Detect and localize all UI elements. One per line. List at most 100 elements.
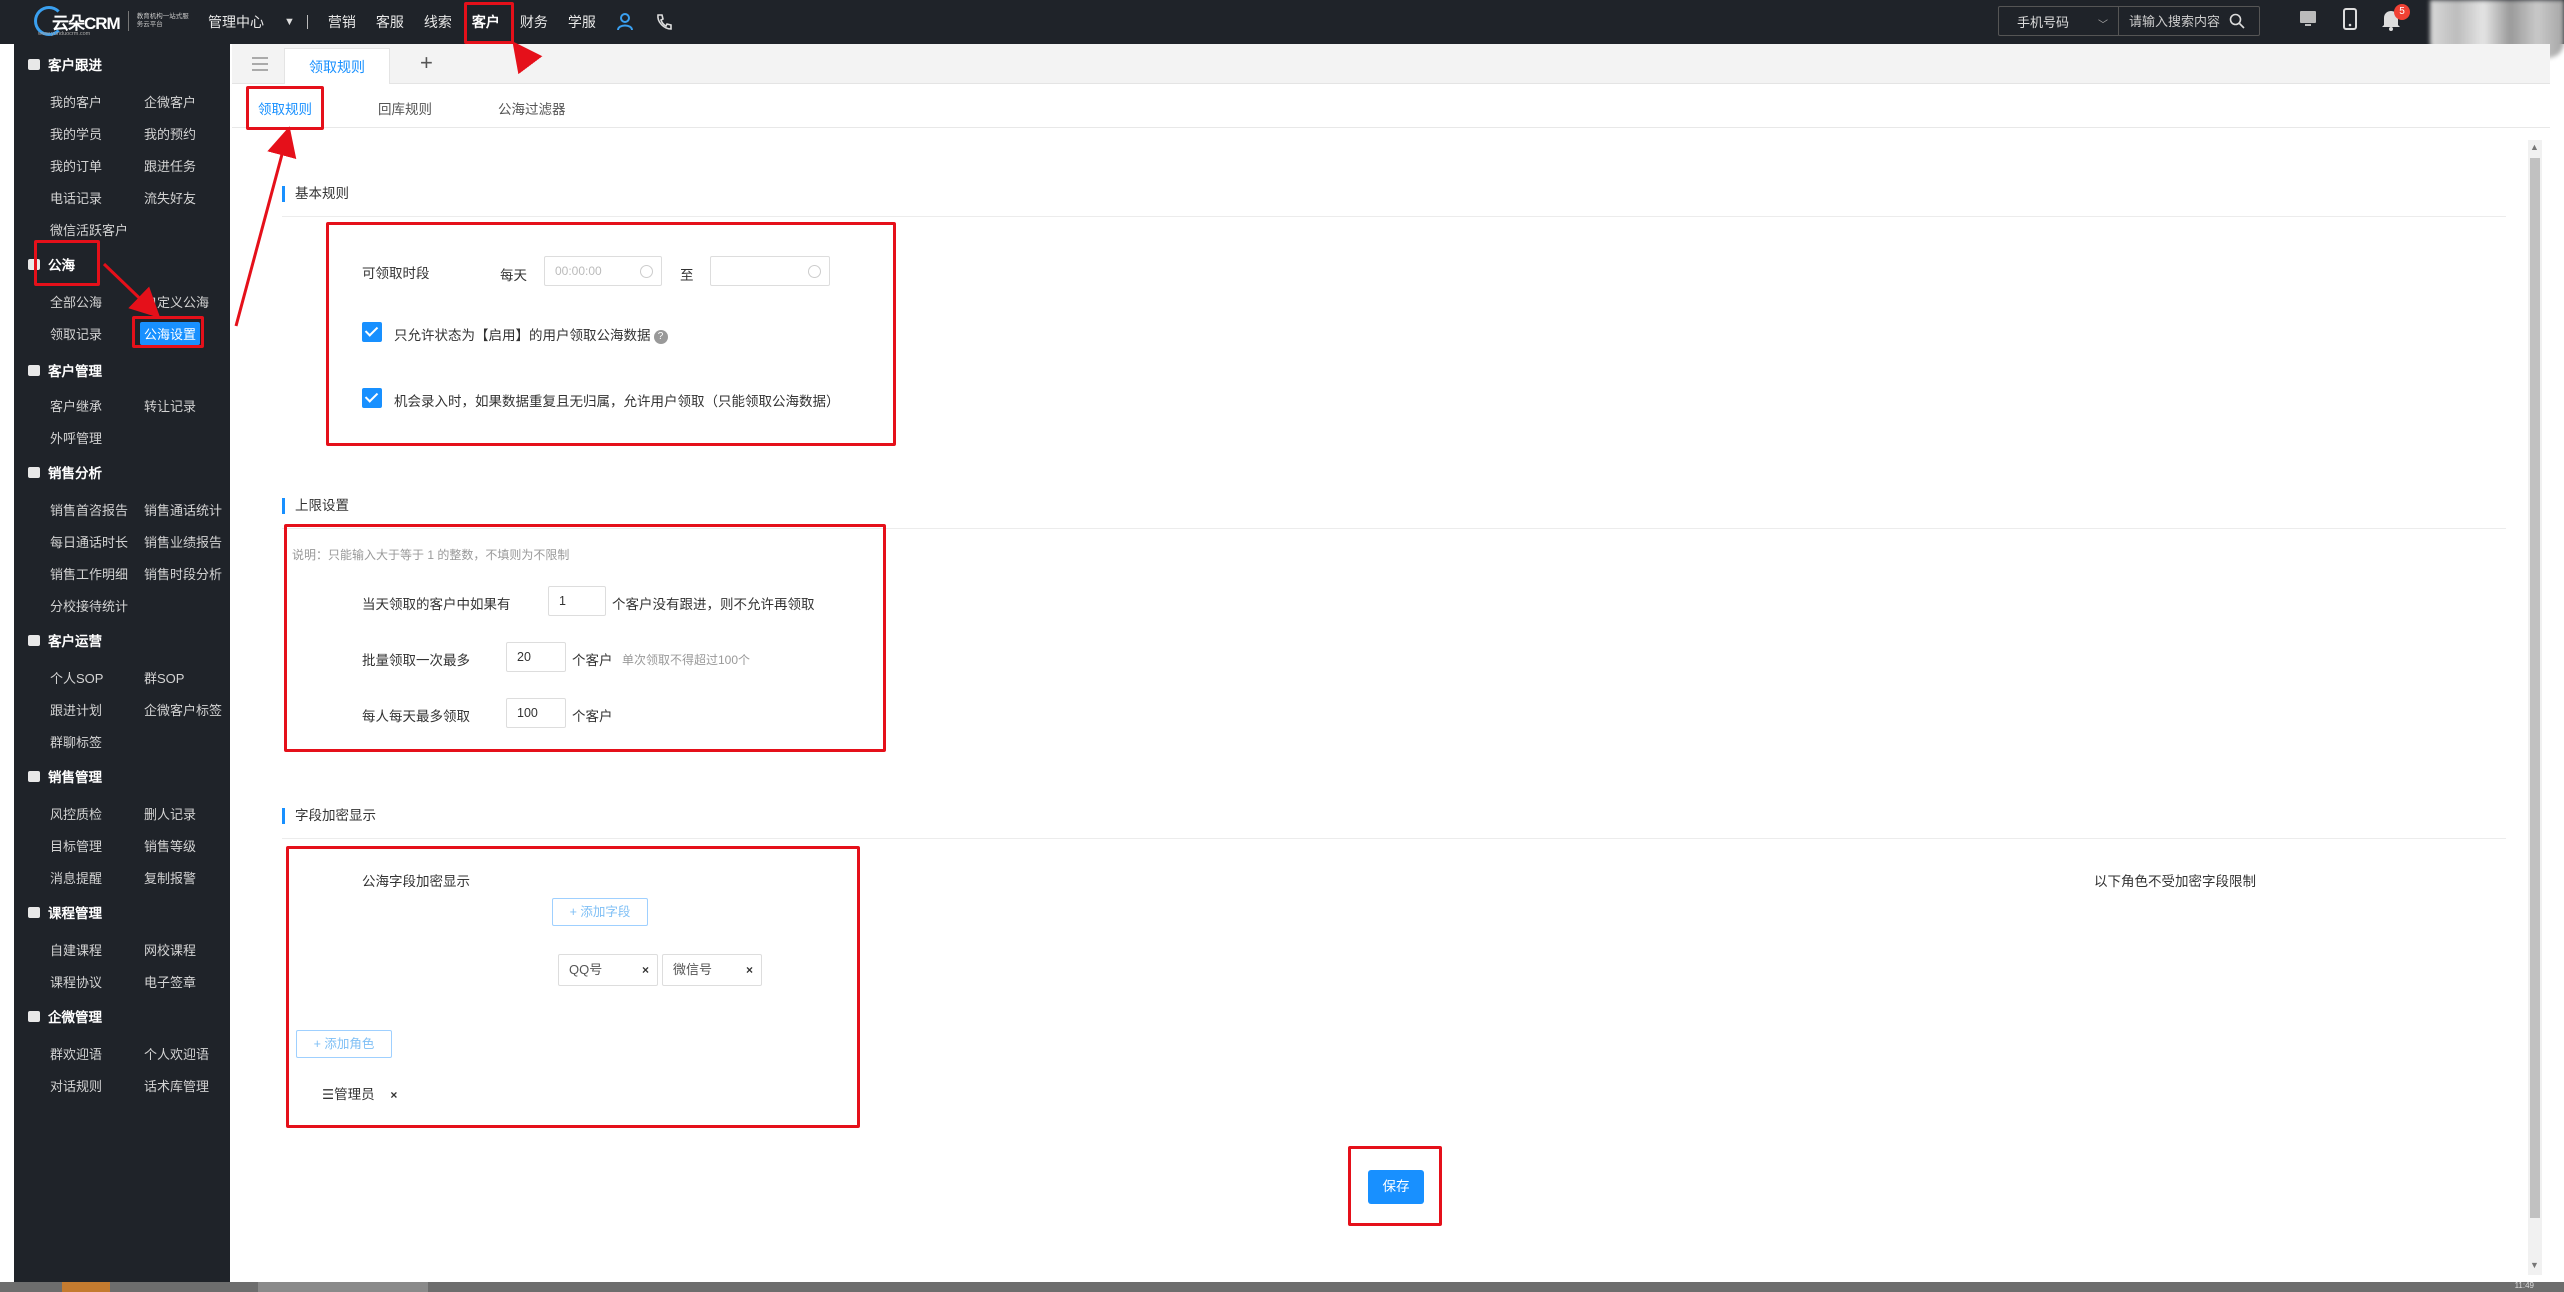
annotation-box-basic-rules [326,222,896,446]
sidebar-item-performance[interactable]: 销售业绩报告 [144,532,222,551]
sidebar-group-operations[interactable]: 客户运营 [28,630,102,650]
sidebar-item-online-courses[interactable]: 网校课程 [144,940,196,959]
nav-service[interactable]: 客服 [376,12,404,32]
nav-finance[interactable]: 财务 [520,12,548,32]
pie-icon [28,770,40,782]
search-type-select[interactable]: 手机号码 ﹀ [1999,7,2119,35]
sidebar-item-all-pools[interactable]: 全部公海 [50,292,102,311]
sidebar-item-script-library[interactable]: 话术库管理 [144,1076,209,1095]
nav-student-service[interactable]: 学服 [568,12,596,32]
sidebar-group-follow-up[interactable]: 客户跟进 [28,54,102,74]
tab-claim-rules[interactable]: 领取规则 [284,48,390,84]
section-basic-rules: 基本规则 [282,186,349,202]
sidebar-item-wechat-active[interactable]: 微信活跃客户 [50,220,128,239]
taskbar-clock: 11:49 [2514,1281,2534,1290]
sidebar-item-delete-records[interactable]: 删人记录 [144,804,196,823]
nav-marketing[interactable]: 营销 [328,12,356,32]
sidebar-item-wecom-customers[interactable]: 企微客户 [144,92,196,111]
notification-badge: 5 [2394,4,2410,20]
add-tab-button[interactable]: + [420,50,433,76]
sidebar-item-chat-rules[interactable]: 对话规则 [50,1076,102,1095]
sidebar-item-follow-plan[interactable]: 跟进计划 [50,700,102,719]
sidebar-item-course-agreement[interactable]: 课程协议 [50,972,102,991]
building-icon [28,1010,40,1022]
sidebar-item-transfer-records[interactable]: 转让记录 [144,396,196,415]
annotation-box-claim-rules-tab [246,86,324,130]
chevron-down-icon: ﹀ [2098,20,2108,31]
top-bar: 云朵CRM 教育机构一站式服务云平台 www.yunduocrm.com 管理中… [0,0,2564,58]
subtab-return-rules[interactable]: 回库规则 [378,98,432,118]
sidebar-item-time-analysis[interactable]: 销售时段分析 [144,564,222,583]
monitor-icon[interactable] [2298,8,2318,28]
top-nav: 管理中心 ▼ 营销 客服 线索 客户 财务 学服 [208,0,692,44]
sidebar-item-my-students[interactable]: 我的学员 [50,124,102,143]
collapse-menu-icon[interactable] [252,57,268,71]
sidebar-item-group-sop[interactable]: 群SOP [144,668,184,687]
sidebar-item-first-consult[interactable]: 销售首咨报告 [50,500,128,519]
admin-center-link[interactable]: 管理中心 [208,12,264,32]
sidebar-item-follow-tasks[interactable]: 跟进任务 [144,156,196,175]
sidebar-item-sales-level[interactable]: 销售等级 [144,836,196,855]
subtab-pool-filter[interactable]: 公海过滤器 [498,98,566,118]
scroll-up-icon[interactable]: ▲ [2530,142,2539,152]
section-limit-settings: 上限设置 [282,498,349,514]
scroll-down-icon[interactable]: ▼ [2530,1260,2539,1270]
sidebar-group-courses[interactable]: 课程管理 [28,902,102,922]
sidebar-item-call-records[interactable]: 电话记录 [50,188,102,207]
sidebar-item-inherit[interactable]: 客户继承 [50,396,102,415]
brand-logo[interactable]: 云朵CRM 教育机构一站式服务云平台 www.yunduocrm.com [34,4,189,38]
section-field-encrypt: 字段加密显示 [282,808,376,824]
sidebar-item-group-tags[interactable]: 群聊标签 [50,732,102,751]
sidebar-group-wecom[interactable]: 企微管理 [28,1006,102,1026]
sidebar-item-reminders[interactable]: 消息提醒 [50,868,102,887]
caret-down-icon[interactable]: ▼ [284,16,295,28]
mobile-icon[interactable] [2340,8,2360,32]
vertical-scrollbar[interactable]: ▲ ▼ [2528,140,2542,1275]
sidebar-group-sales-mgmt[interactable]: 销售管理 [28,766,102,786]
sidebar-item-e-signature[interactable]: 电子签章 [144,972,196,991]
annotation-box-pool-settings [132,316,204,348]
user-icon [28,364,40,376]
sidebar-item-personal-sop[interactable]: 个人SOP [50,668,103,687]
brand-slogan: 教育机构一站式服务云平台 [136,13,189,28]
tab-bar: 领取规则 + [232,44,2550,84]
sidebar-item-call-stats[interactable]: 销售通话统计 [144,500,222,519]
sidebar-group-customer-mgmt[interactable]: 客户管理 [28,360,102,380]
sidebar-item-personal-welcome[interactable]: 个人欢迎语 [144,1044,209,1063]
sidebar-item-my-customers[interactable]: 我的客户 [50,92,102,111]
nav-leads[interactable]: 线索 [424,12,452,32]
search-icon[interactable] [2229,13,2245,29]
taskbar: 11:49 [0,1281,2564,1292]
sidebar-item-own-courses[interactable]: 自建课程 [50,940,102,959]
sidebar-item-targets[interactable]: 目标管理 [50,836,102,855]
search-bar: 手机号码 ﹀ [1998,6,2260,36]
sidebar-item-risk-check[interactable]: 风控质检 [50,804,102,823]
sidebar: 客户跟进 我的客户 企微客户 我的学员 我的预约 我的订单 跟进任务 电话记录 … [14,44,230,1282]
book-icon [28,906,40,918]
arrow-to-claim-tab [234,126,297,327]
sidebar-item-group-welcome[interactable]: 群欢迎语 [50,1044,102,1063]
sidebar-item-branch-stats[interactable]: 分校接待统计 [50,596,128,615]
sidebar-item-daily-call[interactable]: 每日通话时长 [50,532,128,551]
sidebar-item-my-orders[interactable]: 我的订单 [50,156,102,175]
sidebar-item-claim-records[interactable]: 领取记录 [50,324,102,343]
sidebar-item-lost-friends[interactable]: 流失好友 [144,188,196,207]
sidebar-item-outbound[interactable]: 外呼管理 [50,428,102,447]
sub-tabs: 领取规则 回库规则 公海过滤器 [232,84,2550,128]
sidebar-item-wecom-tags[interactable]: 企微客户标签 [144,700,222,719]
sidebar-item-work-detail[interactable]: 销售工作明细 [50,564,128,583]
phone-icon[interactable] [654,12,674,32]
sidebar-item-custom-pools[interactable]: 自定义公海 [144,292,209,311]
sidebar-item-my-appointments[interactable]: 我的预约 [144,124,196,143]
sidebar-group-sales-analysis[interactable]: 销售分析 [28,462,102,482]
annotation-box-public-pool [34,240,100,286]
user-icon [28,634,40,646]
annotation-box-nav-customers [464,2,514,44]
annotation-box-limit-settings [284,524,886,752]
sidebar-item-copy-alert[interactable]: 复制报警 [144,868,196,887]
annotation-box-save [1348,1146,1442,1226]
user-add-icon[interactable] [616,12,636,32]
annotation-box-field-encrypt [286,846,860,1128]
scrollbar-thumb[interactable] [2530,158,2540,1218]
search-input[interactable] [2119,13,2229,29]
